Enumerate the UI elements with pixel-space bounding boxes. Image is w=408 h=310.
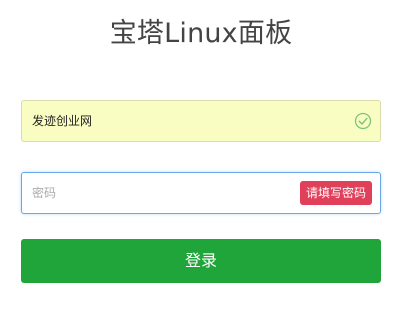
username-field (21, 100, 381, 142)
username-input[interactable] (32, 101, 332, 141)
page-title: 宝塔Linux面板 (109, 18, 293, 49)
login-button[interactable]: 登录 (21, 239, 381, 283)
login-page: 宝塔Linux面板 请填写密码 登录 (0, 0, 408, 310)
password-field: 请填写密码 (21, 172, 381, 214)
password-required-badge: 请填写密码 (299, 181, 372, 205)
password-input[interactable] (32, 173, 332, 213)
check-circle-icon (354, 112, 372, 130)
